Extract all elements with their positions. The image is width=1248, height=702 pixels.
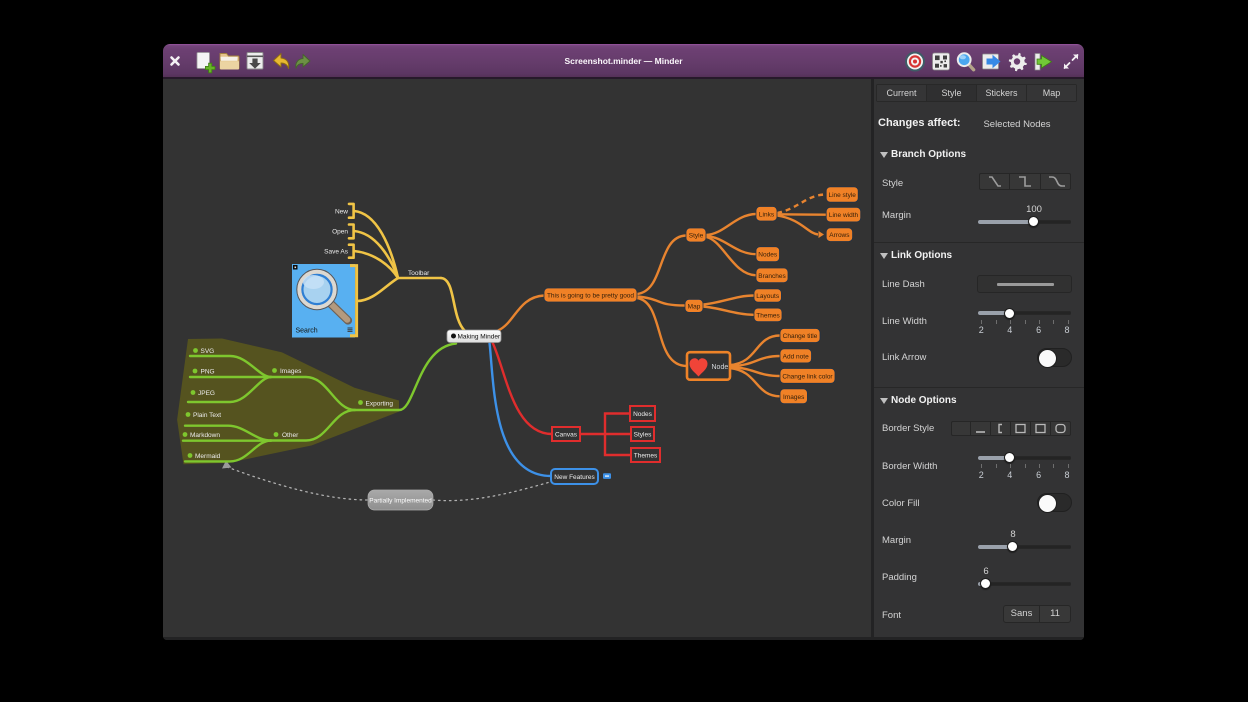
- svg-text:Layouts: Layouts: [756, 293, 780, 300]
- svg-text:Style: Style: [689, 233, 704, 240]
- svg-text:Partially Implemented: Partially Implemented: [369, 498, 432, 505]
- svg-text:Nodes: Nodes: [758, 252, 778, 259]
- svg-text:Open: Open: [332, 229, 348, 236]
- svg-text:SVG: SVG: [201, 348, 215, 355]
- svg-text:Images: Images: [280, 368, 302, 375]
- svg-text:Images: Images: [783, 394, 805, 401]
- svg-text:JPEG: JPEG: [198, 390, 215, 397]
- svg-text:Search: Search: [296, 328, 318, 335]
- svg-text:Map: Map: [688, 303, 701, 310]
- svg-text:Other: Other: [282, 432, 299, 439]
- svg-text:Change title: Change title: [783, 333, 818, 340]
- svg-text:Mermaid: Mermaid: [195, 453, 221, 460]
- svg-text:Toolbar: Toolbar: [408, 270, 430, 277]
- svg-text:Links: Links: [759, 212, 775, 219]
- svg-text:Node: Node: [712, 364, 729, 371]
- svg-text:Themes: Themes: [756, 312, 780, 319]
- svg-text:Arrows: Arrows: [829, 232, 850, 239]
- svg-text:Themes: Themes: [634, 453, 658, 460]
- svg-text:Plain Text: Plain Text: [193, 412, 221, 419]
- svg-text:PNG: PNG: [201, 369, 215, 376]
- svg-text:New: New: [335, 209, 348, 216]
- svg-text:Styles: Styles: [634, 432, 652, 439]
- svg-text:Change link color: Change link color: [782, 373, 833, 380]
- svg-text:Making Minder: Making Minder: [458, 334, 501, 341]
- svg-text:Add note: Add note: [783, 353, 809, 360]
- svg-text:Save As: Save As: [324, 249, 349, 256]
- svg-text:Line style: Line style: [828, 192, 856, 199]
- svg-text:This is going to be pretty goo: This is going to be pretty good: [547, 293, 634, 300]
- svg-text:Branches: Branches: [758, 273, 786, 280]
- svg-text:New Features: New Features: [554, 474, 595, 481]
- svg-text:Canvas: Canvas: [555, 432, 578, 439]
- svg-text:Markdown: Markdown: [190, 432, 220, 439]
- svg-text:Nodes: Nodes: [633, 411, 653, 418]
- svg-text:Line width: Line width: [829, 212, 859, 219]
- svg-text:Exporting: Exporting: [366, 401, 394, 408]
